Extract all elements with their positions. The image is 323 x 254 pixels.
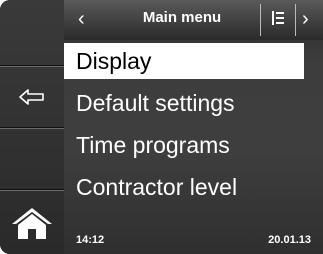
sidebar-button-middle[interactable] (0, 128, 64, 190)
home-icon (10, 206, 54, 240)
status-date: 20.01.13 (268, 234, 311, 246)
menu-item-time-programs[interactable]: Time programs (64, 127, 304, 163)
sidebar (0, 0, 64, 254)
menu-item-display[interactable]: Display (64, 43, 304, 79)
list-icon (271, 10, 285, 31)
back-arrow-icon (19, 88, 45, 106)
main-screen: ‹ Main menu › Display Default settings T… (64, 0, 323, 254)
device-frame: ‹ Main menu › Display Default settings T… (0, 0, 323, 254)
sidebar-button-top[interactable] (0, 0, 64, 66)
sidebar-back-button[interactable] (0, 66, 64, 128)
status-time: 14:12 (76, 234, 105, 246)
menu-item-contractor-level[interactable]: Contractor level (64, 169, 304, 205)
header-forward-button[interactable]: › (302, 8, 309, 30)
header-back-button[interactable]: ‹ (78, 8, 85, 30)
header-bar: ‹ Main menu › (64, 0, 323, 40)
list-view-button[interactable] (260, 4, 296, 36)
page-title: Main menu (142, 9, 222, 26)
menu-item-default-settings[interactable]: Default settings (64, 85, 304, 121)
status-bar: 14:12 20.01.13 (64, 224, 323, 254)
sidebar-home-button[interactable] (0, 190, 64, 254)
